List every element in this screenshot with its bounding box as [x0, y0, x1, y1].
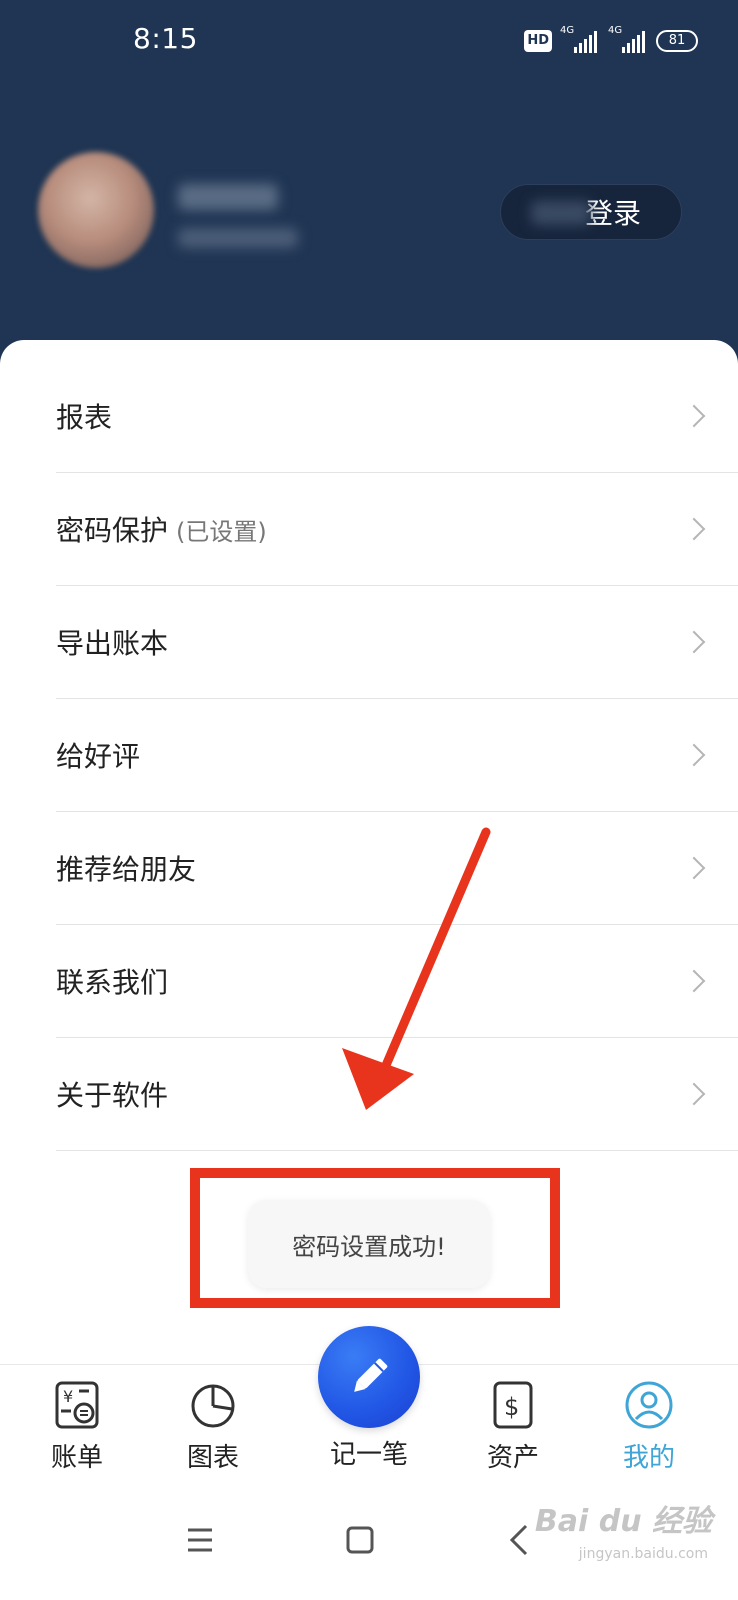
menu-item-recommend[interactable]: 推荐给朋友 — [56, 812, 738, 925]
chevron-right-icon — [682, 404, 706, 428]
status-time: 8:15 — [133, 22, 198, 55]
menu-item-label: 报表 — [56, 401, 113, 434]
network-type-label: 4G — [608, 25, 623, 36]
menu-item-report[interactable]: 报表 — [56, 360, 738, 473]
tab-label: 资产 — [486, 1443, 539, 1473]
watermark-logo: Bai du 经验 — [534, 1504, 712, 1539]
menu-item-label: 关于软件 — [56, 1079, 169, 1112]
chevron-right-icon — [682, 856, 706, 880]
profile-header: 8:15 HD 4G 4G 81 登录 — [0, 0, 738, 380]
signal-icon-1: 4G — [560, 25, 600, 53]
chevron-right-icon — [682, 517, 706, 541]
menu-item-rate-app[interactable]: 给好评 — [56, 699, 738, 812]
chevron-right-icon — [682, 630, 706, 654]
add-record-label: 记一笔 — [329, 1440, 408, 1470]
tab-label: 我的 — [622, 1443, 675, 1473]
annotation-highlight-box — [190, 1168, 560, 1308]
status-bar: 8:15 HD 4G 4G 81 — [0, 0, 738, 80]
login-button-blurred-text — [531, 201, 591, 225]
login-button[interactable]: 登录 — [500, 184, 682, 240]
chevron-right-icon — [682, 969, 706, 993]
avatar[interactable] — [38, 152, 154, 268]
menu-item-password-protection[interactable]: 密码保护 (已设置) — [56, 473, 738, 586]
battery-icon: 81 — [656, 30, 698, 52]
menu-item-label: 密码保护 — [56, 514, 169, 547]
login-button-label: 登录 — [584, 197, 641, 230]
menu-item-about[interactable]: 关于软件 — [56, 1038, 738, 1151]
signal-icon-2: 4G — [608, 25, 648, 53]
username-blurred — [178, 184, 278, 210]
watermark-url: jingyan.baidu.com — [578, 1546, 708, 1562]
add-record-button[interactable] — [318, 1326, 420, 1428]
tab-label: 图表 — [186, 1443, 239, 1473]
pencil-icon — [354, 1358, 388, 1392]
bill-icon: ¥ — [55, 1381, 99, 1429]
chevron-right-icon — [682, 1082, 706, 1106]
menu-item-label: 推荐给朋友 — [56, 853, 197, 886]
network-type-label: 4G — [560, 25, 575, 36]
dollar-icon: $ — [493, 1381, 533, 1429]
home-icon[interactable] — [330, 1510, 390, 1570]
svg-text:¥: ¥ — [63, 1387, 73, 1406]
tab-assets[interactable]: $ 资产 — [458, 1375, 568, 1485]
chevron-right-icon — [682, 743, 706, 767]
tab-chart[interactable]: 图表 — [158, 1375, 268, 1485]
tab-mine[interactable]: 我的 — [594, 1375, 704, 1485]
tab-bill[interactable]: ¥ 账单 — [22, 1375, 132, 1485]
profile-section: 登录 — [0, 140, 738, 280]
pie-chart-icon — [191, 1384, 235, 1428]
menu-icon[interactable] — [170, 1510, 230, 1570]
hd-voice-icon: HD — [524, 30, 552, 52]
menu-item-export-ledger[interactable]: 导出账本 — [56, 586, 738, 699]
menu-item-label: 给好评 — [56, 740, 141, 773]
menu-item-contact-us[interactable]: 联系我们 — [56, 925, 738, 1038]
svg-text:$: $ — [504, 1393, 519, 1421]
tab-label: 账单 — [50, 1443, 103, 1473]
menu-item-label: 联系我们 — [56, 966, 169, 999]
user-icon — [625, 1381, 673, 1429]
status-icons: HD 4G 4G 81 — [524, 25, 698, 56]
password-status-note: (已设置) — [176, 517, 267, 546]
user-id-blurred — [178, 228, 298, 248]
settings-menu: 报表 密码保护 (已设置) 导出账本 给好评 推荐给朋友 联系我们 关于软件 — [56, 360, 738, 1151]
menu-item-label: 导出账本 — [56, 627, 169, 660]
